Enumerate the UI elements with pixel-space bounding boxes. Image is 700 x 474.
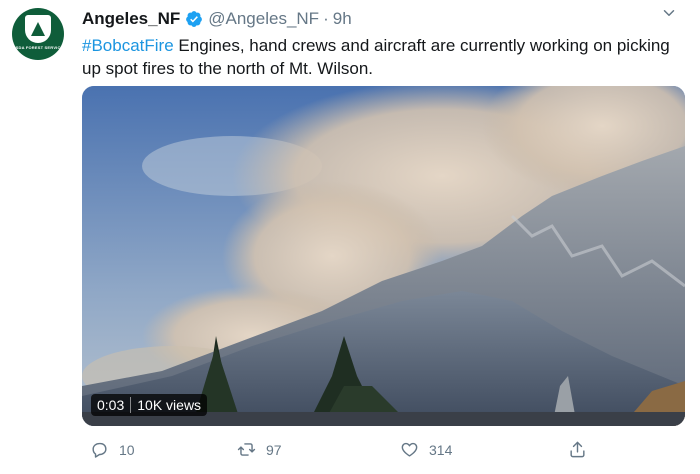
tweet-header: Angeles_NF @Angeles_NF · 9h	[82, 8, 352, 30]
like-icon	[401, 442, 418, 457]
reply-icon	[92, 442, 107, 458]
video-info-badge: 0:03 10K views	[91, 394, 208, 416]
more-options-icon[interactable]	[660, 4, 678, 22]
tweet[interactable]: USDA FOREST SERVICE Angeles_NF @Angeles_…	[0, 0, 700, 474]
verified-badge-icon	[186, 11, 203, 27]
retweet-icon	[237, 443, 256, 456]
hashtag-link[interactable]: #BobcatFire	[82, 36, 174, 55]
display-name[interactable]: Angeles_NF	[82, 9, 180, 29]
like-button[interactable]: 314	[400, 440, 452, 459]
timestamp[interactable]: 9h	[333, 9, 352, 29]
video-duration: 0:03	[97, 397, 125, 413]
action-bar: 10 97 314	[82, 440, 602, 466]
retweet-button[interactable]: 97	[237, 440, 282, 459]
video-player[interactable]	[82, 86, 685, 426]
avatar[interactable]: USDA FOREST SERVICE	[12, 8, 64, 60]
avatar-text: USDA FOREST SERVICE	[12, 44, 64, 50]
video-frame	[82, 86, 685, 426]
header-separator: ·	[323, 9, 329, 28]
forest-service-shield-icon	[25, 14, 51, 43]
like-count: 314	[429, 441, 453, 458]
user-handle[interactable]: @Angeles_NF	[208, 9, 319, 29]
share-button[interactable]	[568, 440, 587, 459]
reply-button[interactable]: 10	[90, 440, 135, 459]
tweet-text: #BobcatFire Engines, hand crews and airc…	[82, 34, 682, 80]
retweet-count: 97	[266, 441, 282, 458]
share-icon	[570, 441, 585, 458]
video-views: 10K views	[137, 397, 202, 413]
reply-count: 10	[119, 441, 135, 458]
